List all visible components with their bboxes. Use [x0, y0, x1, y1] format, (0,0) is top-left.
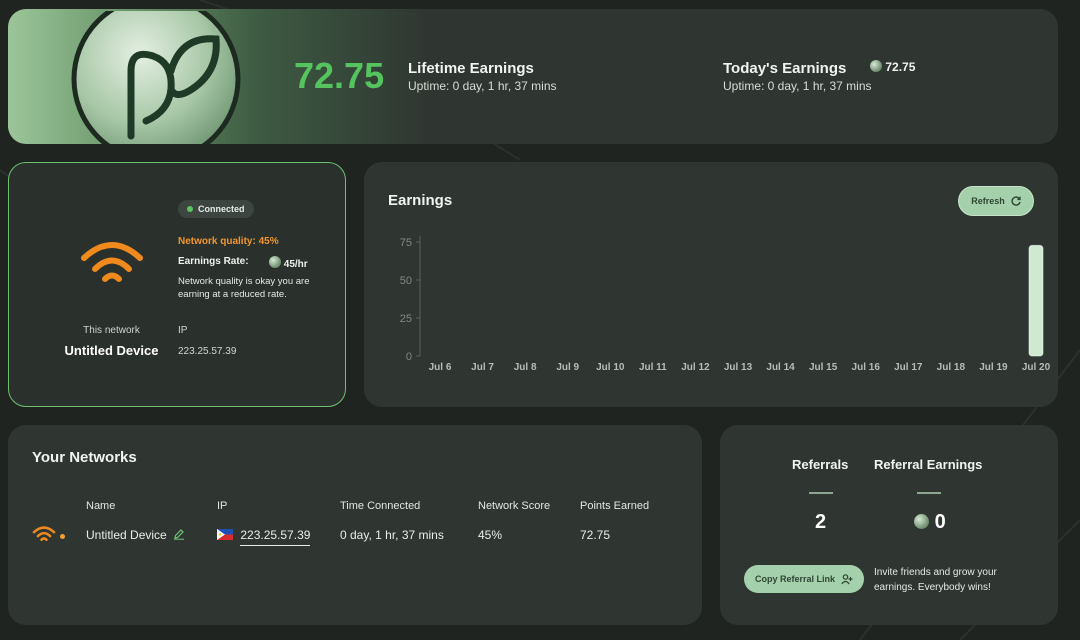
coin-icon	[870, 60, 882, 72]
todays-uptime: Uptime: 0 day, 1 hr, 37 mins	[723, 79, 872, 93]
referral-earnings-label: Referral Earnings	[874, 457, 983, 472]
network-quality-note: Network quality is okay you are earning …	[178, 276, 310, 300]
coin-icon	[914, 514, 929, 529]
table-cell-name: Untitled Device	[86, 528, 167, 542]
todays-earnings-title: Today's Earnings	[723, 60, 847, 77]
earnings-summary-header: 72.75 Lifetime Earnings Uptime: 0 day, 1…	[8, 9, 1058, 144]
invite-text: Invite friends and grow your earnings. E…	[874, 567, 997, 593]
philippines-flag-icon	[217, 529, 233, 540]
column-header-name: Name	[86, 500, 116, 512]
lifetime-earnings-title: Lifetime Earnings	[408, 60, 534, 77]
bar	[1028, 244, 1044, 357]
add-user-icon	[841, 573, 853, 584]
y-tick-label: 25	[400, 313, 412, 325]
referrals-label: Referrals	[792, 457, 849, 472]
column-header-points: Points Earned	[580, 500, 650, 512]
x-tick-label: Jul 6	[429, 362, 452, 373]
networks-title: Your Networks	[32, 449, 137, 466]
x-tick-label: Jul 12	[681, 362, 710, 373]
y-tick-label: 50	[400, 275, 412, 287]
lifetime-earnings-value: 72.75	[294, 55, 385, 96]
status-dot	[60, 534, 65, 539]
todays-earnings-value: 72.75	[885, 60, 916, 74]
column-header-score: Network Score	[478, 500, 551, 512]
referral-earnings-value: 0	[934, 511, 946, 533]
x-tick-label: Jul 18	[937, 362, 966, 373]
edit-pencil-icon[interactable]	[173, 528, 185, 540]
x-tick-label: Jul 19	[979, 362, 1008, 373]
wifi-icon	[32, 526, 56, 542]
earnings-rate-value: 45/hr	[283, 259, 308, 270]
wifi-icon	[81, 242, 143, 282]
x-tick-label: Jul 8	[514, 362, 537, 373]
x-tick-label: Jul 11	[639, 362, 667, 373]
table-cell-ip[interactable]: 223.25.57.39	[240, 528, 311, 546]
copy-referral-link-label: Copy Referral Link	[754, 574, 836, 584]
lifetime-uptime: Uptime: 0 day, 1 hr, 37 mins	[408, 79, 557, 93]
earnings-rate-label: Earnings Rate:	[178, 256, 249, 267]
connection-status-badge: Connected	[178, 200, 254, 218]
x-tick-label: Jul 9	[556, 362, 579, 373]
x-tick-label: Jul 13	[724, 362, 753, 373]
coin-icon	[269, 256, 281, 268]
x-tick-label: Jul 16	[852, 362, 881, 373]
your-networks-card: Your Networks Name IP Time Connected Net…	[8, 425, 702, 625]
column-header-time: Time Connected	[340, 500, 421, 512]
x-tick-label: Jul 14	[766, 362, 795, 373]
x-tick-label: Jul 10	[596, 362, 625, 373]
table-row-name-wrap: Untitled Device	[86, 528, 185, 542]
y-tick-label: 75	[400, 237, 412, 249]
earnings-rate-value-wrap: 45/hr	[269, 256, 308, 270]
x-tick-label: Jul 15	[809, 362, 838, 373]
divider	[917, 492, 941, 494]
table-cell-time: 0 day, 1 hr, 37 mins	[340, 528, 444, 542]
column-header-ip: IP	[217, 500, 228, 512]
divider	[809, 492, 833, 494]
table-cell-points: 72.75	[580, 528, 611, 542]
device-ip: 223.25.57.39	[178, 346, 237, 357]
table-cell-ip-wrap: 223.25.57.39	[217, 528, 311, 546]
x-tick-label: Jul 17	[894, 362, 923, 373]
referrals-card: Referrals Referral Earnings 2 0 Copy Ref…	[720, 425, 1058, 625]
todays-earnings-value-wrap: 72.75	[870, 60, 915, 74]
x-tick-label: Jul 7	[471, 362, 494, 373]
ip-label: IP	[178, 325, 188, 336]
y-tick-label: 0	[406, 351, 412, 363]
copy-referral-link-button[interactable]: Copy Referral Link	[744, 565, 864, 593]
leaf-logo-icon	[71, 11, 241, 144]
referral-earnings-value-wrap: 0	[914, 511, 946, 534]
current-device-card: Connected Network quality: 45% Earnings …	[8, 162, 346, 407]
earnings-bar-chart: 0 25 50 75 Jul 6 Jul 7 Jul 8 Jul 9 Jul 10 Jul 11 J…	[400, 236, 1051, 373]
earnings-chart-card: Earnings Refresh 0 25 50 75 Jul 6 Jul 7 Jul 8J…	[364, 162, 1058, 407]
table-cell-score: 45%	[478, 528, 503, 542]
network-quality: Network quality: 45%	[178, 236, 279, 247]
referrals-count: 2	[815, 511, 827, 533]
x-tick-label: Jul 20	[1022, 362, 1051, 373]
